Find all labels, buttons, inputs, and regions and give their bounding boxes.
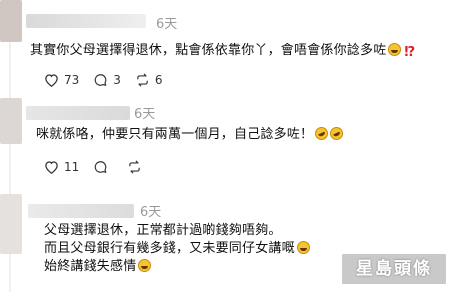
reply-button[interactable]: 3 <box>93 73 121 87</box>
comment-text: 其實你父母選擇得退休，點會係依靠你丫，會唔會係你諗多咗 ⁉ <box>30 42 416 60</box>
username-blurred[interactable] <box>26 14 146 28</box>
like-count: 73 <box>64 73 80 87</box>
grinning-sweat-emoji <box>296 241 310 254</box>
comment-line-3-text: 始終講錢失感情 <box>44 259 137 274</box>
repost-icon <box>137 73 148 87</box>
username-blurred[interactable] <box>26 106 130 120</box>
timestamp: 6天 <box>156 17 178 32</box>
grinning-sweat-emoji <box>138 259 152 272</box>
comment-text: 咪就係咯，仲要只有兩萬一個月，自己諗多咗！ <box>36 124 346 144</box>
reply-button[interactable] <box>93 160 113 174</box>
username-blurred[interactable] <box>28 204 134 218</box>
comment-actions: 73 3 6 <box>44 73 177 87</box>
avatar[interactable] <box>0 194 22 254</box>
avatar[interactable] <box>0 0 22 42</box>
grinning-sweat-emoji <box>388 43 402 56</box>
rofl-emoji <box>313 124 331 143</box>
timestamp: 6天 <box>140 205 162 220</box>
like-button[interactable]: 11 <box>44 160 79 174</box>
interrobang-emoji: ⁉ <box>404 45 416 60</box>
watermark-logo: 星島頭條 <box>340 252 448 286</box>
comment-line-2-text: 而且父母銀行有幾多錢，又未要同仔女講嘅 <box>44 241 295 256</box>
avatar[interactable] <box>0 98 22 144</box>
timestamp: 6天 <box>134 107 156 122</box>
like-count: 11 <box>64 160 80 174</box>
repost-count: 6 <box>154 73 163 87</box>
heart-icon <box>45 74 58 87</box>
comment-actions: 11 <box>44 160 161 174</box>
like-button[interactable]: 73 <box>44 73 79 87</box>
repost-button[interactable]: 6 <box>135 73 163 87</box>
comment-icon <box>94 74 107 86</box>
heart-icon <box>45 161 58 174</box>
repost-icon <box>129 160 141 174</box>
comment-line-2: 而且父母銀行有幾多錢，又未要同仔女講嘅 <box>44 240 310 258</box>
repost-button[interactable] <box>127 160 147 174</box>
reply-count: 3 <box>113 73 121 87</box>
rofl-emoji <box>328 124 346 143</box>
comment-line-3: 始終講錢失感情 <box>44 258 152 276</box>
comment-icon <box>94 161 107 173</box>
comment-body: 咪就係咯，仲要只有兩萬一個月，自己諗多咗！ <box>36 127 314 142</box>
comment-body: 其實你父母選擇得退休，點會係依靠你丫，會唔會係你諗多咗 <box>30 43 387 58</box>
comment-line-1: 父母選擇退休，正常都計過啲錢夠唔夠。 <box>44 223 282 238</box>
